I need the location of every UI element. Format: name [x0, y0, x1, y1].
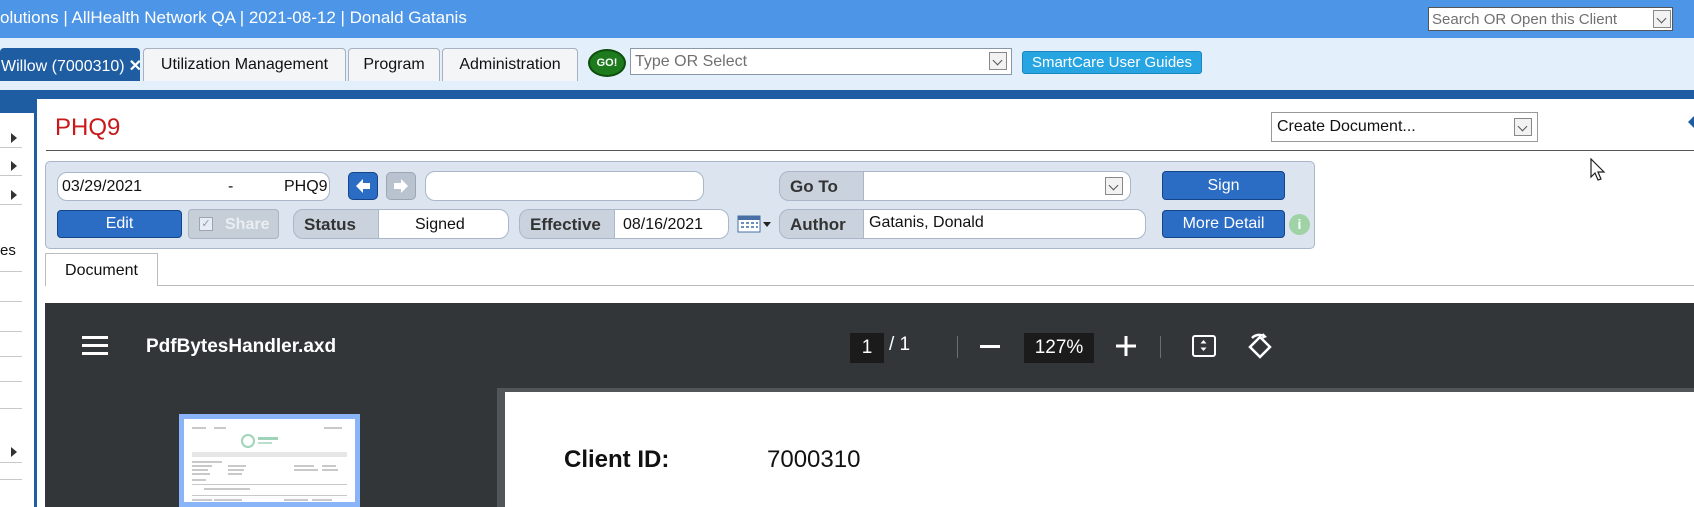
- author-field[interactable]: Author Gatanis, Donald: [779, 209, 1146, 239]
- menu-icon[interactable]: [82, 336, 108, 356]
- effective-label: Effective: [530, 215, 601, 234]
- document-dash: -: [228, 178, 234, 195]
- zoom-out-icon[interactable]: [980, 345, 1000, 348]
- sidebar-divider: [0, 380, 22, 382]
- sign-button[interactable]: Sign: [1162, 171, 1285, 200]
- goto-label: Go To: [790, 177, 838, 196]
- toolbar-divider: [1160, 336, 1161, 358]
- page-title: PHQ9: [55, 114, 121, 141]
- go-button[interactable]: GO!: [588, 49, 626, 77]
- chevron-down-icon[interactable]: [1653, 10, 1671, 28]
- sidebar-item-label[interactable]: es: [0, 242, 16, 259]
- info-icon[interactable]: i: [1289, 214, 1310, 235]
- tab-client[interactable]: Willow (7000310) ✕: [0, 48, 142, 81]
- client-id-value: 7000310: [767, 446, 861, 473]
- client-search-input[interactable]: Search OR Open this Client: [1428, 7, 1673, 31]
- document-description-field[interactable]: [425, 171, 704, 201]
- effective-date-field[interactable]: Effective 08/16/2021: [519, 209, 729, 239]
- sidebar-divider: [0, 478, 22, 480]
- sidebar-divider: [0, 407, 22, 409]
- rotate-icon[interactable]: [1246, 333, 1274, 361]
- tab-utilization-management[interactable]: Utilization Management: [143, 48, 346, 81]
- document-info-panel: 03/29/2021 - PHQ9 Edit ✓ Share Status Si…: [45, 161, 1315, 249]
- chevron-down-icon[interactable]: [989, 52, 1007, 70]
- status-value: Signed: [415, 216, 465, 233]
- chevron-down-icon[interactable]: [1105, 177, 1123, 195]
- tab-administration[interactable]: Administration: [442, 48, 578, 81]
- sidebar-item[interactable]: [0, 127, 22, 148]
- document-name: PHQ9: [284, 178, 328, 195]
- client-search-placeholder: Search OR Open this Client: [1432, 11, 1618, 28]
- sidebar-item[interactable]: [0, 155, 22, 176]
- author-label: Author: [790, 215, 846, 234]
- sidebar-divider: [0, 355, 22, 357]
- document-date: 03/29/2021: [62, 178, 143, 195]
- document-select-field[interactable]: 03/29/2021 - PHQ9: [57, 172, 330, 201]
- check-icon: ✓: [199, 217, 213, 231]
- tab-label: Administration: [459, 56, 561, 73]
- effective-value: 08/16/2021: [623, 216, 704, 233]
- sidebar-divider: [0, 270, 22, 272]
- tab-underline: [158, 285, 1694, 286]
- app-title: olutions | AllHealth Network QA | 2021-0…: [0, 8, 467, 27]
- tab-program[interactable]: Program: [348, 48, 440, 81]
- arrow-left-icon: [356, 179, 370, 193]
- page-number-input[interactable]: 1: [850, 333, 884, 363]
- share-label: Share: [225, 216, 270, 233]
- pdf-file-name: PdfBytesHandler.axd: [146, 336, 337, 357]
- sidebar-header: [0, 99, 37, 113]
- page-thumbnail[interactable]: [179, 414, 360, 507]
- user-guides-button[interactable]: SmartCare User Guides: [1022, 51, 1202, 74]
- chevron-right-icon: [11, 161, 17, 171]
- chevron-down-icon[interactable]: [1514, 118, 1532, 136]
- sidebar-divider: [0, 330, 22, 332]
- type-select-placeholder: Type OR Select: [635, 53, 748, 70]
- mouse-cursor-icon: [1590, 158, 1606, 181]
- chevron-right-icon: [11, 190, 17, 200]
- create-document-select[interactable]: Create Document...: [1271, 112, 1538, 142]
- calendar-icon[interactable]: [737, 215, 773, 233]
- fit-page-icon[interactable]: [1192, 335, 1216, 357]
- sidebar-item[interactable]: [0, 442, 22, 463]
- zoom-in-icon[interactable]: [1115, 335, 1137, 357]
- previous-button[interactable]: [348, 172, 378, 200]
- collapse-arrow-icon[interactable]: [1688, 116, 1694, 128]
- chevron-right-icon: [11, 447, 17, 457]
- goto-field[interactable]: Go To: [779, 171, 1131, 201]
- status-label: Status: [304, 215, 356, 234]
- close-icon[interactable]: ✕: [129, 56, 142, 76]
- tab-client-label: Willow (7000310): [1, 58, 125, 75]
- title-divider: [46, 150, 1694, 151]
- toolbar-divider: [957, 336, 958, 358]
- zoom-level-input[interactable]: 127%: [1024, 333, 1094, 363]
- next-button[interactable]: [386, 172, 416, 200]
- pdf-page: [505, 392, 1694, 507]
- type-or-select-input[interactable]: Type OR Select: [630, 48, 1012, 75]
- chevron-right-icon: [11, 133, 17, 143]
- sidebar-item[interactable]: [0, 184, 22, 205]
- tab-label: Program: [363, 56, 425, 73]
- thumbnail-preview: [184, 419, 355, 502]
- header-divider: [0, 90, 1694, 99]
- tab-document[interactable]: Document: [45, 253, 158, 286]
- create-document-value: Create Document...: [1277, 118, 1416, 135]
- share-button[interactable]: ✓ Share: [188, 209, 279, 239]
- page-total: / 1: [889, 334, 911, 355]
- tab-label: Utilization Management: [160, 56, 329, 73]
- arrow-right-icon: [394, 179, 408, 193]
- author-value: Gatanis, Donald: [869, 214, 984, 231]
- edit-button[interactable]: Edit: [57, 210, 182, 238]
- status-field: Status Signed: [293, 209, 509, 239]
- client-id-label: Client ID:: [564, 446, 670, 473]
- more-detail-button[interactable]: More Detail: [1162, 210, 1285, 238]
- sidebar-divider: [0, 300, 22, 302]
